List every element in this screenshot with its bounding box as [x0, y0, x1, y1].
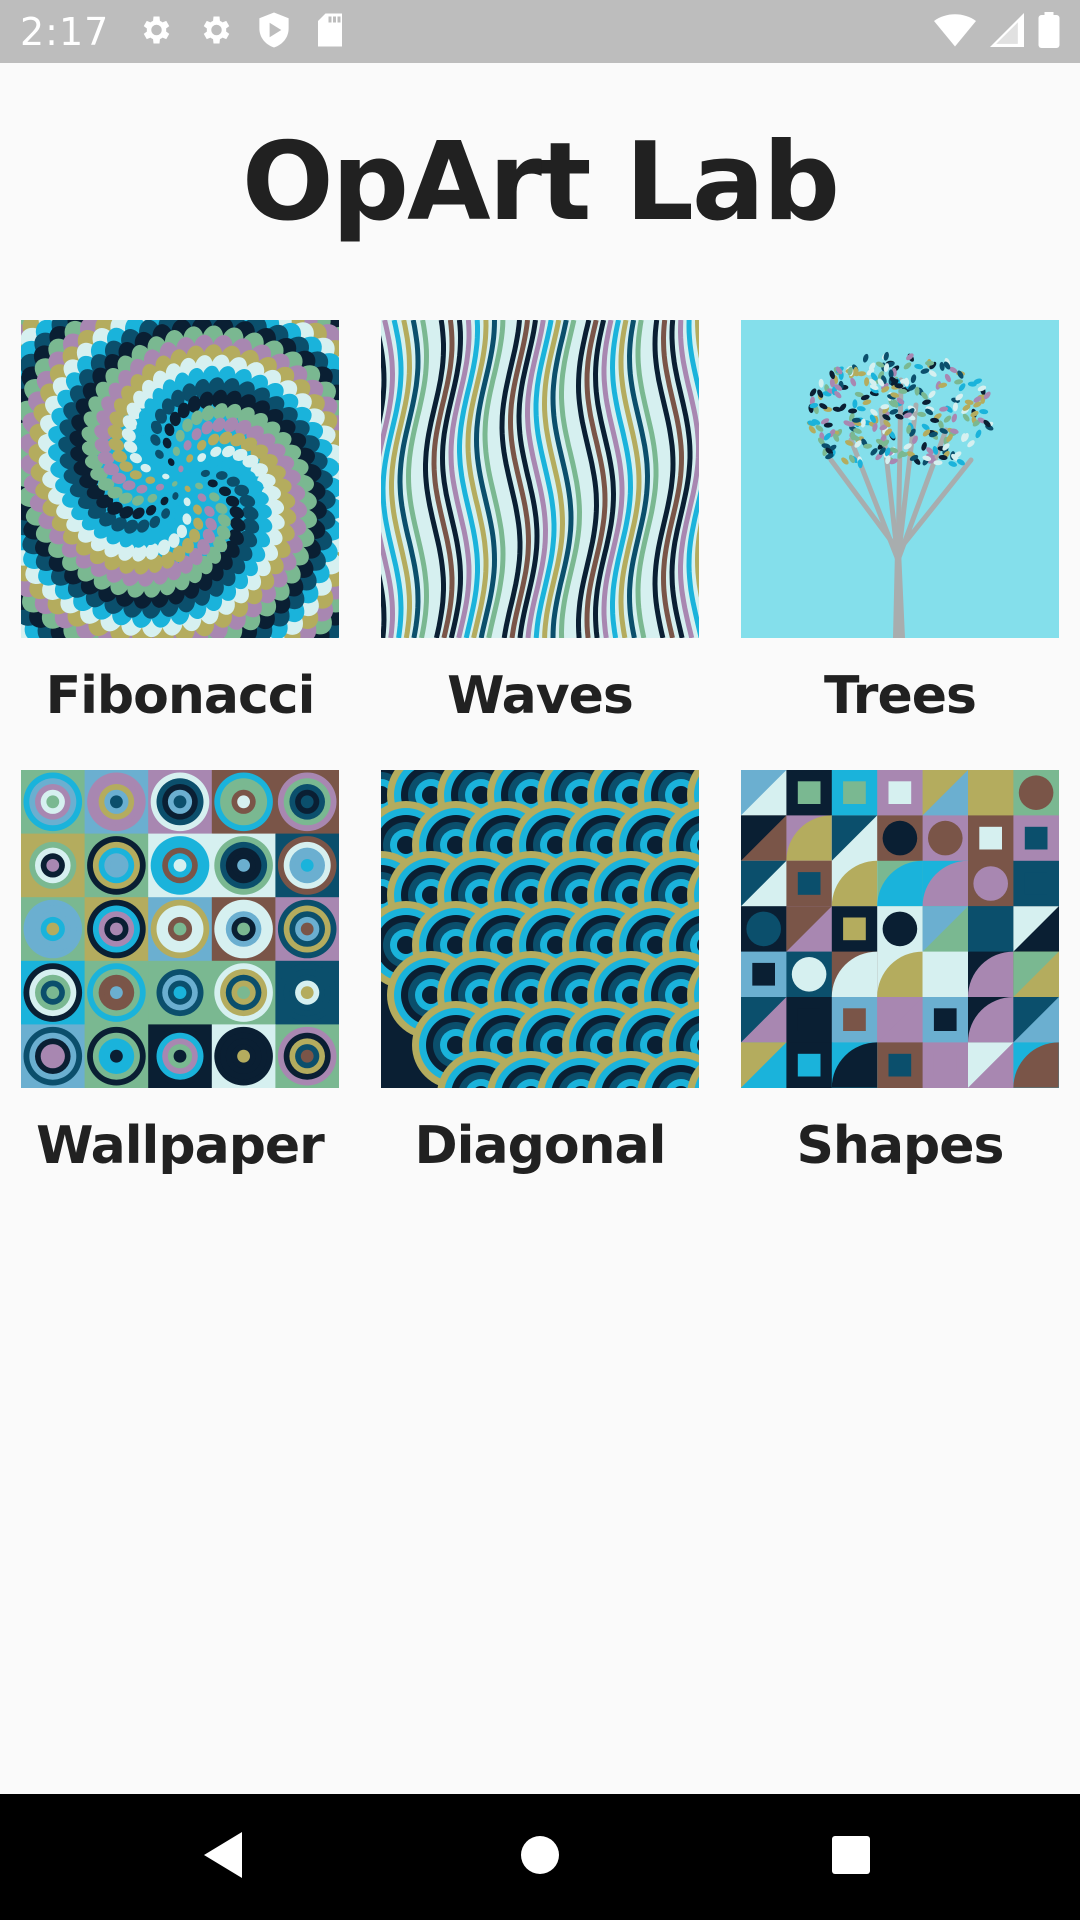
pattern-gallery: Fibonacci Waves Trees Wallpaper Diagonal…	[0, 0, 1080, 1400]
back-icon	[202, 1830, 248, 1884]
shapes-thumbnail[interactable]	[741, 770, 1059, 1088]
trees-thumbnail[interactable]	[741, 320, 1059, 638]
gallery-item-label: Trees	[824, 666, 977, 726]
recents-button[interactable]	[781, 1794, 921, 1920]
home-icon	[519, 1834, 561, 1880]
home-button[interactable]	[470, 1794, 610, 1920]
fibonacci-thumbnail[interactable]	[21, 320, 339, 638]
gallery-item-label: Shapes	[796, 1116, 1004, 1176]
back-button[interactable]	[155, 1794, 295, 1920]
waves-thumbnail[interactable]	[381, 320, 699, 638]
navigation-bar	[0, 1794, 1080, 1920]
gallery-item-waves[interactable]: Waves	[381, 320, 699, 726]
wallpaper-thumbnail[interactable]	[21, 770, 339, 1088]
gallery-item-diagonal[interactable]: Diagonal	[381, 770, 699, 1176]
recents-icon	[831, 1835, 871, 1879]
gallery-item-label: Fibonacci	[45, 666, 316, 726]
gallery-item-wallpaper[interactable]: Wallpaper	[21, 770, 339, 1176]
gallery-item-label: Waves	[447, 666, 634, 726]
gallery-item-label: Wallpaper	[36, 1116, 325, 1176]
gallery-item-trees[interactable]: Trees	[741, 320, 1059, 726]
gallery-item-fibonacci[interactable]: Fibonacci	[21, 320, 339, 726]
gallery-item-label: Diagonal	[414, 1116, 667, 1176]
gallery-item-shapes[interactable]: Shapes	[741, 770, 1059, 1176]
diagonal-thumbnail[interactable]	[381, 770, 699, 1088]
